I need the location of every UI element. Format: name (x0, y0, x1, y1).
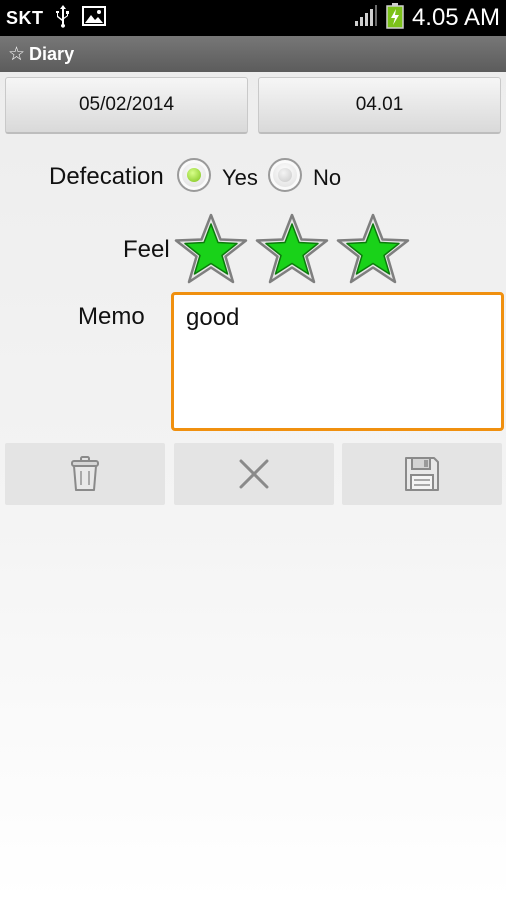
app-title-bar: ☆ Diary (0, 36, 506, 72)
time-button[interactable]: 04.01 (258, 77, 501, 134)
defecation-no-radio[interactable] (268, 158, 302, 192)
signal-icon (354, 4, 378, 32)
trash-icon (71, 456, 99, 491)
usb-icon (54, 4, 72, 33)
memo-text: good (186, 304, 240, 331)
feel-star-3-icon[interactable] (335, 212, 411, 286)
save-button[interactable] (342, 443, 502, 505)
status-bar: SKT 4.05 AM (0, 0, 506, 36)
close-icon (239, 459, 269, 489)
memo-label: Memo (78, 303, 145, 330)
status-bar-left: SKT (6, 4, 106, 33)
feel-star-2-icon[interactable] (254, 212, 330, 286)
feel-star-1-icon[interactable] (173, 212, 249, 286)
date-button-label: 05/02/2014 (78, 94, 175, 115)
app-title: Diary (29, 43, 75, 64)
radio-checked-indicator (187, 168, 201, 182)
floppy-save-icon (405, 457, 439, 491)
time-button-label: 04.01 (355, 94, 404, 115)
cancel-button[interactable] (174, 443, 334, 505)
defecation-no-label[interactable]: No (313, 165, 341, 191)
carrier-name: SKT (6, 7, 44, 28)
date-button[interactable]: 05/02/2014 (5, 77, 248, 134)
clock: 4.05 AM (411, 4, 500, 31)
star-icon: ☆ (8, 43, 26, 65)
delete-button[interactable] (5, 443, 165, 505)
defecation-label: Defecation (49, 163, 164, 190)
status-bar-right: 4.05 AM (354, 2, 500, 34)
battery-charging-icon (386, 2, 404, 34)
feel-label: Feel (123, 236, 170, 263)
defecation-yes-label[interactable]: Yes (222, 165, 258, 191)
memo-input[interactable]: good (171, 292, 504, 431)
defecation-yes-radio[interactable] (177, 158, 211, 192)
image-icon (81, 5, 106, 31)
radio-unchecked-indicator (278, 168, 292, 182)
